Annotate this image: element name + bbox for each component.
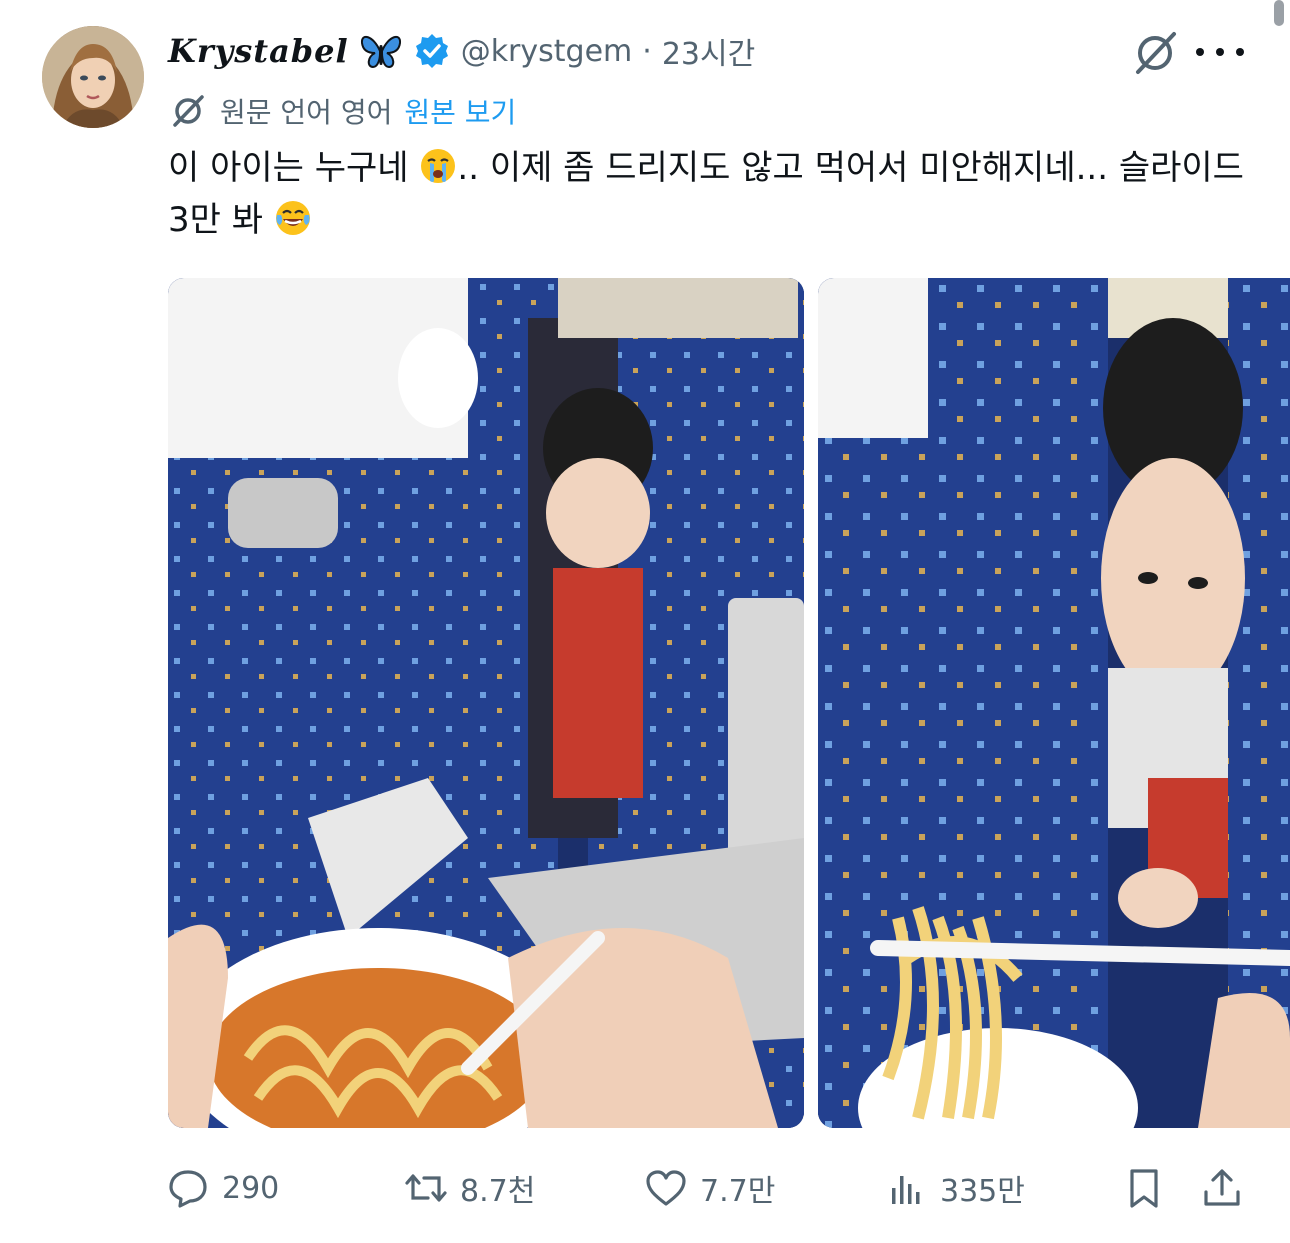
- retweet-count: 8.7천: [460, 1174, 536, 1209]
- author-display-name[interactable]: Krystabel: [168, 32, 349, 70]
- translation-notice: 원문 언어 영어 원본 보기: [168, 90, 516, 132]
- like-button[interactable]: 7.7만: [644, 1160, 775, 1216]
- reply-button[interactable]: 290: [166, 1160, 279, 1216]
- tweet-text: 이 아이는 누구네 .. 이제 좀 드리지도 않고 먹어서 미안해지네... 슬…: [168, 142, 1258, 246]
- more-options-icon[interactable]: [1196, 38, 1244, 66]
- retweet-button[interactable]: 8.7천: [404, 1160, 535, 1216]
- bookmark-button[interactable]: [1122, 1160, 1166, 1216]
- like-count: 7.7만: [700, 1174, 776, 1209]
- tweet-timestamp[interactable]: 23시간: [662, 29, 755, 73]
- view-count: 335만: [940, 1174, 1025, 1209]
- bookmark-icon: [1130, 1169, 1158, 1208]
- reply-count: 290: [222, 1170, 280, 1206]
- butterfly-icon: [359, 31, 403, 71]
- face-with-tears-of-joy-icon: [274, 199, 312, 237]
- author-handle[interactable]: @krystgem: [461, 34, 633, 69]
- tweet-text-part1: 이 아이는 누구네: [168, 148, 420, 188]
- scrollbar[interactable]: [1274, 0, 1284, 26]
- reply-icon: [169, 1170, 207, 1208]
- translate-grok-icon: [168, 91, 208, 131]
- views-chart-icon: [892, 1176, 920, 1204]
- grok-icon[interactable]: [1130, 28, 1180, 78]
- meta-separator: ·: [642, 33, 652, 69]
- views-button[interactable]: 335만: [884, 1160, 1025, 1216]
- tweet-action-bar: 290 8.7천 7.7만 335만: [0, 1160, 1290, 1216]
- tweet-header: Krystabel @krystgem · 23시간: [168, 28, 755, 74]
- show-original-link[interactable]: 원본 보기: [404, 91, 516, 131]
- tweet-photo-2[interactable]: [818, 278, 1290, 1128]
- retweet-icon: [405, 1174, 447, 1202]
- share-button[interactable]: [1200, 1160, 1244, 1216]
- loudly-crying-face-icon: [419, 147, 457, 185]
- translation-notice-text: 원문 언어 영어: [220, 96, 393, 129]
- share-icon: [1204, 1169, 1240, 1206]
- heart-icon: [646, 1170, 686, 1206]
- tweet-photo-1[interactable]: [168, 278, 804, 1128]
- verified-badge-icon[interactable]: [413, 32, 451, 70]
- avatar[interactable]: [42, 26, 144, 128]
